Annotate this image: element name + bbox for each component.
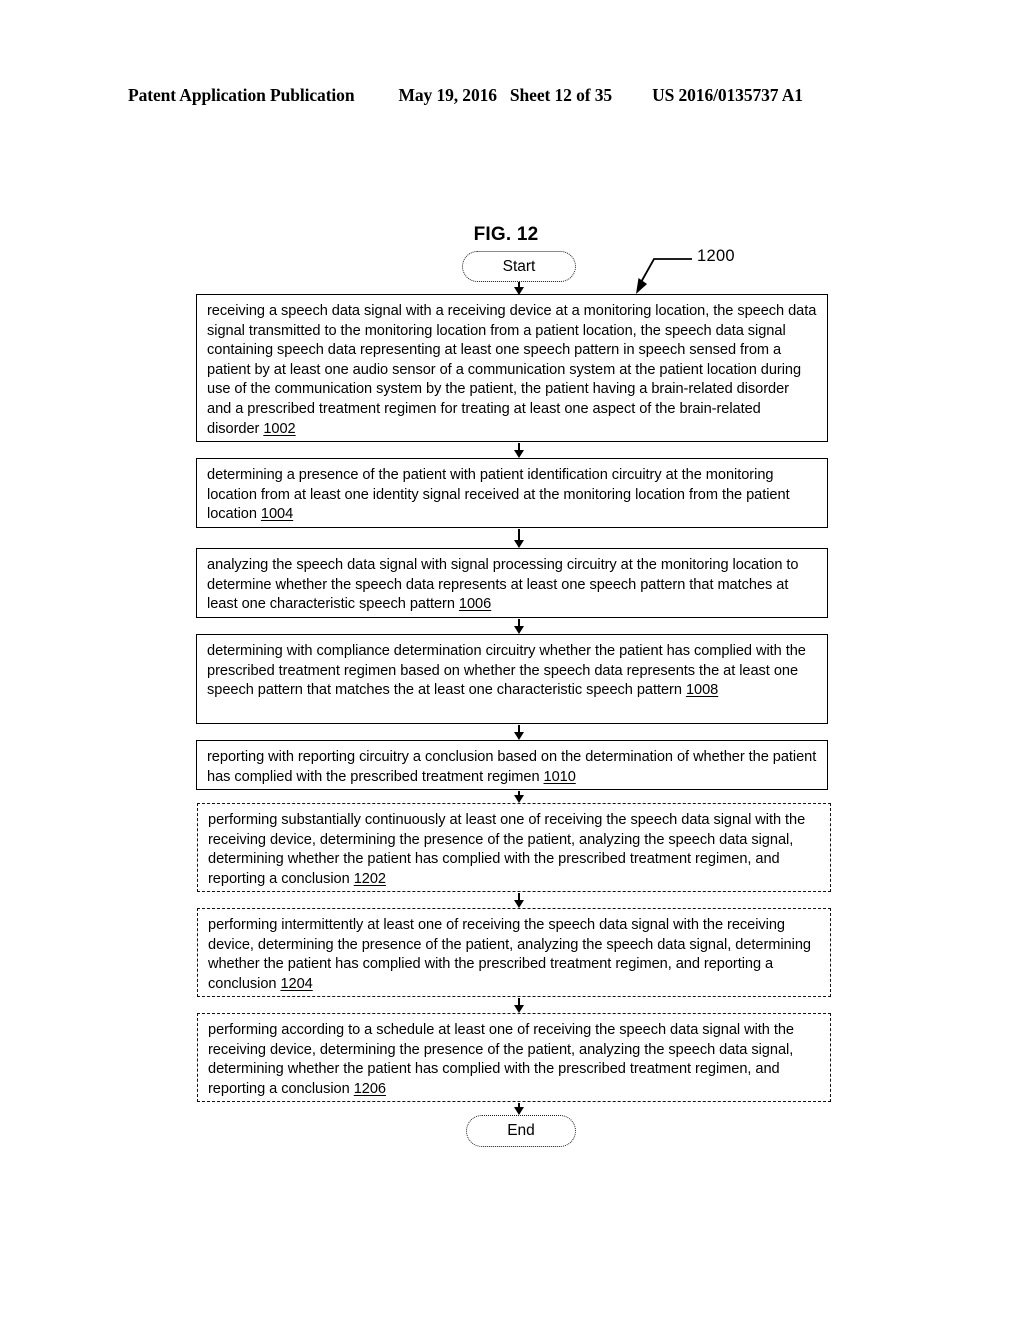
connector-1202-to-1204 [514,893,524,908]
connector-1206-to-end [514,1103,524,1115]
connector-1002-to-1004 [514,443,524,458]
step-text-1010: reporting with reporting circuitry a con… [207,749,817,785]
step-box-1204: performing intermittently at least one o… [197,908,831,997]
step-text-1206: performing according to a schedule at le… [208,1022,794,1097]
step-ref-1202: 1202 [353,870,386,887]
step-ref-1206: 1206 [353,1080,386,1097]
start-label: Start [502,257,536,275]
end-label: End [507,1122,535,1139]
step-box-1206: performing according to a schedule at le… [197,1013,831,1102]
step-box-1002: receiving a speech data signal with a re… [196,294,828,442]
end-terminator: End [466,1115,576,1147]
connector-1204-to-1206 [514,998,524,1013]
connector-start-to-1002 [514,282,524,295]
figure-reference-numeral: 1200 [697,247,735,265]
step-ref-1002: 1002 [263,420,296,437]
figure-reference-leader-icon [636,258,692,294]
step-ref-1008: 1008 [685,682,719,699]
figure-title: FIG. 12 [0,224,1024,246]
step-box-1202: performing substantially continuously at… [197,803,831,892]
figure-title-text: FIG. 12 [473,224,539,245]
step-ref-1204: 1204 [280,975,313,992]
step-box-1006: analyzing the speech data signal with si… [196,548,828,618]
step-ref-1010: 1010 [543,768,576,785]
step-box-1008: determining with compliance determinatio… [196,634,828,724]
step-ref-1004: 1004 [260,506,294,523]
step-text-1002: receiving a speech data signal with a re… [207,303,817,437]
step-box-1010: reporting with reporting circuitry a con… [196,740,828,790]
step-text-1006: analyzing the speech data signal with si… [207,557,799,613]
step-text-1004: determining a presence of the patient wi… [207,467,790,523]
connector-1004-to-1006 [514,529,524,548]
start-terminator: Start [462,251,576,282]
step-box-1004: determining a presence of the patient wi… [196,458,828,528]
connector-1006-to-1008 [514,619,524,634]
flowchart-figure: FIG. 12 1200 Start receiving a speech da… [0,0,1024,1320]
connector-1010-to-1202 [514,791,524,803]
step-text-1202: performing substantially continuously at… [208,812,806,887]
connector-1008-to-1010 [514,725,524,740]
step-ref-1006: 1006 [458,596,492,613]
